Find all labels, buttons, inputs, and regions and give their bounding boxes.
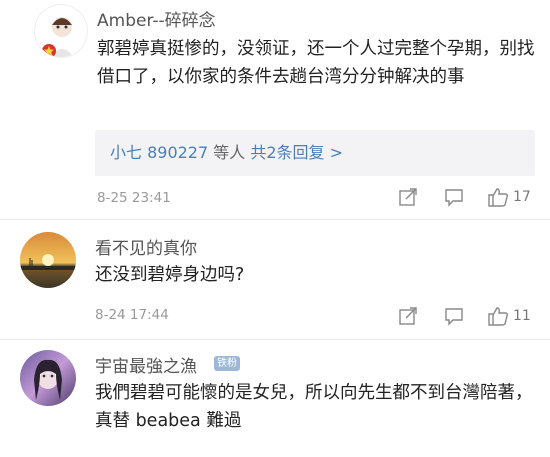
- replies-preview[interactable]: 小七 890227 等人 共2条回复 >: [95, 130, 535, 176]
- username[interactable]: Amber--碎碎念: [97, 6, 216, 31]
- thumbs-up-icon: [488, 307, 509, 326]
- fan-badge: 铁粉: [214, 356, 240, 371]
- comment-icon: [445, 308, 463, 326]
- comment-icon: [445, 189, 463, 207]
- like-button[interactable]: 11: [487, 305, 531, 327]
- comment-button[interactable]: [444, 306, 464, 326]
- thumbs-up-icon: [488, 188, 509, 207]
- comment-button[interactable]: [444, 187, 464, 207]
- username[interactable]: 看不见的真你: [95, 234, 197, 259]
- like-count: 11: [513, 308, 531, 324]
- share-button[interactable]: [398, 187, 418, 207]
- like-button[interactable]: 17: [487, 186, 531, 208]
- share-icon: [399, 188, 417, 206]
- comment-text: 还没到碧婷身边吗?: [95, 265, 245, 285]
- avatar[interactable]: [20, 350, 76, 406]
- timestamp: 8-25 23:41: [97, 190, 171, 206]
- reply-names[interactable]: 小七 890227: [110, 143, 208, 162]
- reply-joiner: 等人: [208, 143, 251, 162]
- comment-item: Amber--碎碎念 郭碧婷真挺惨的，没领证，还一个人过完整个孕期，别找借口了，…: [0, 0, 550, 215]
- share-button[interactable]: [398, 306, 418, 326]
- share-icon: [399, 307, 417, 325]
- comment-item: 宇宙最強之漁 铁粉 我們碧碧可能懷的是女兒，所以向先生都不到台灣陪著，真替 be…: [0, 340, 550, 457]
- avatar-image: [20, 232, 76, 288]
- timestamp: 8-24 17:44: [95, 307, 169, 323]
- comment-item: 看不见的真你 还没到碧婷身边吗? 8-24 17:44 11: [0, 220, 550, 338]
- avatar-image: [20, 350, 76, 406]
- comment-text: 郭碧婷真挺惨的，没领证，还一个人过完整个孕期，别找借口了，以你家的条件去趟台湾分…: [97, 39, 535, 87]
- like-count: 17: [513, 189, 531, 205]
- avatar[interactable]: [34, 4, 88, 58]
- comment-text: 我們碧碧可能懷的是女兒，所以向先生都不到台灣陪著，真替 beabea 難過: [95, 383, 533, 431]
- avatar[interactable]: [20, 232, 76, 288]
- reply-count-link[interactable]: 共2条回复 >: [250, 143, 343, 162]
- username[interactable]: 宇宙最強之漁: [95, 352, 197, 377]
- avatar-image: [42, 17, 74, 57]
